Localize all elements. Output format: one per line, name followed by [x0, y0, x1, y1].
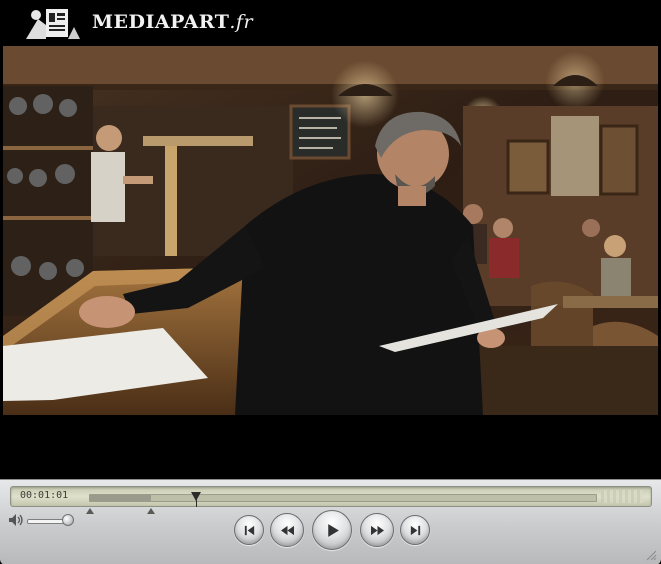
skip-to-start-button[interactable]: [234, 515, 264, 545]
skip-to-end-button[interactable]: [400, 515, 430, 545]
control-bar: 00:01:01: [0, 479, 661, 564]
letterbox-bar: [0, 415, 661, 479]
skip-end-icon: [410, 525, 420, 535]
play-button[interactable]: [312, 510, 352, 550]
selection-start-marker[interactable]: [86, 508, 94, 514]
playhead-line: [196, 499, 198, 507]
skip-start-icon: [244, 525, 254, 535]
progress-track[interactable]: [86, 492, 597, 514]
video-frame[interactable]: [3, 46, 658, 415]
timecode-display: 00:01:01: [20, 490, 69, 501]
progress-loaded: [90, 495, 151, 501]
rewind-button[interactable]: [270, 513, 304, 547]
video-scene: [3, 46, 658, 415]
selection-end-marker[interactable]: [146, 508, 155, 514]
rewind-icon: [280, 525, 294, 535]
timeline[interactable]: 00:01:01: [10, 486, 652, 514]
header-bar: MEDIAPART.fr: [0, 0, 661, 46]
logo-text: MEDIAPART.fr: [92, 11, 254, 33]
resize-grip-icon[interactable]: [645, 549, 657, 561]
play-icon: [327, 523, 339, 537]
volume-knob[interactable]: [61, 514, 74, 526]
fast-forward-button[interactable]: [360, 513, 394, 547]
fast-forward-icon: [370, 525, 384, 535]
logo-icon: [26, 9, 80, 39]
video-player: MEDIAPART.fr 00:01:01: [0, 0, 661, 564]
timeline-end-region: [601, 490, 643, 503]
speaker-icon[interactable]: [8, 513, 24, 527]
